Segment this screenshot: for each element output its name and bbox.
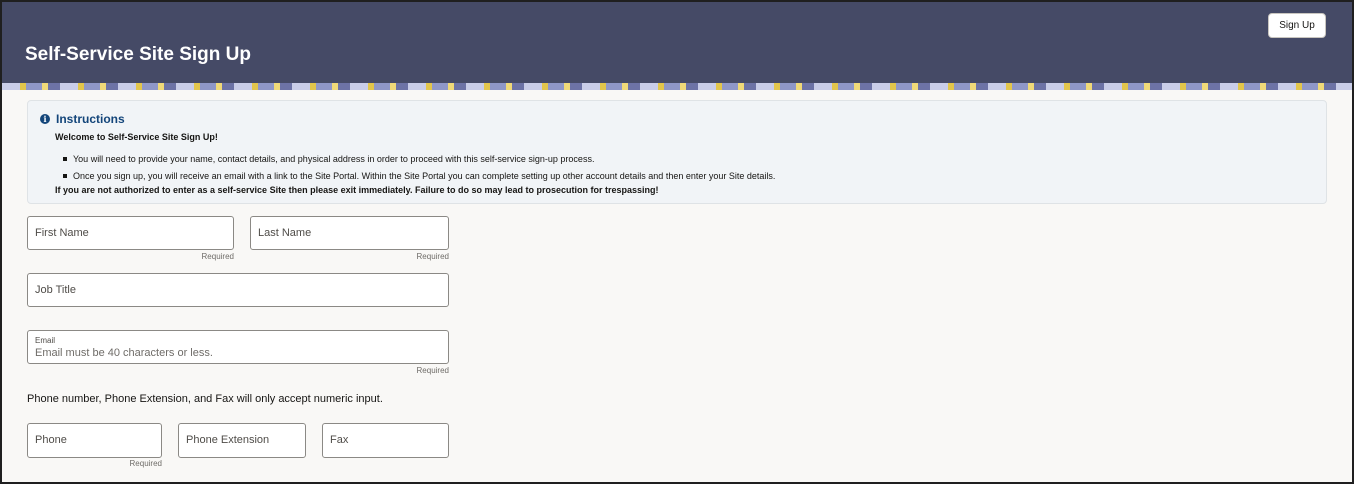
fax-field[interactable]: Fax: [322, 423, 449, 458]
welcome-text: Welcome to Self-Service Site Sign Up!: [55, 132, 218, 142]
email-field[interactable]: Email Email must be 40 characters or les…: [27, 330, 449, 364]
email-required: Required: [416, 366, 449, 375]
first-name-placeholder: First Name: [35, 227, 89, 239]
instruction-bullet-text: You will need to provide your name, cont…: [73, 154, 595, 164]
page-title: Self-Service Site Sign Up: [25, 44, 251, 65]
phone-required: Required: [129, 459, 162, 468]
last-name-field[interactable]: Last Name: [250, 216, 449, 250]
page-header: Self-Service Site Sign Up Sign Up: [2, 2, 1352, 83]
bullet-icon: [63, 174, 67, 178]
first-name-required: Required: [201, 252, 234, 261]
job-title-field[interactable]: Job Title: [27, 273, 449, 307]
last-name-placeholder: Last Name: [258, 227, 312, 239]
instruction-bullet: You will need to provide your name, cont…: [63, 154, 594, 164]
phone-placeholder: Phone: [35, 434, 67, 446]
instructions-panel: i Instructions Welcome to Self-Service S…: [27, 100, 1327, 204]
instructions-title: Instructions: [56, 112, 125, 126]
header-banner-strip: [2, 83, 1352, 90]
bullet-icon: [63, 157, 67, 161]
info-icon: i: [40, 114, 50, 124]
numeric-input-note: Phone number, Phone Extension, and Fax w…: [27, 393, 383, 405]
instruction-bullet-text: Once you sign up, you will receive an em…: [73, 171, 776, 181]
job-title-placeholder: Job Title: [35, 284, 76, 296]
phone-field[interactable]: Phone: [27, 423, 162, 458]
sign-up-button[interactable]: Sign Up: [1268, 13, 1326, 38]
warning-text: If you are not authorized to enter as a …: [55, 185, 659, 195]
phone-extension-placeholder: Phone Extension: [186, 434, 270, 446]
email-label: Email: [35, 336, 56, 345]
last-name-required: Required: [416, 252, 449, 261]
first-name-field[interactable]: First Name: [27, 216, 234, 250]
fax-placeholder: Fax: [330, 434, 349, 446]
instructions-header: i Instructions: [40, 112, 125, 126]
phone-extension-field[interactable]: Phone Extension: [178, 423, 306, 458]
email-placeholder: Email must be 40 characters or less.: [35, 347, 213, 359]
instruction-bullet: Once you sign up, you will receive an em…: [63, 171, 775, 181]
